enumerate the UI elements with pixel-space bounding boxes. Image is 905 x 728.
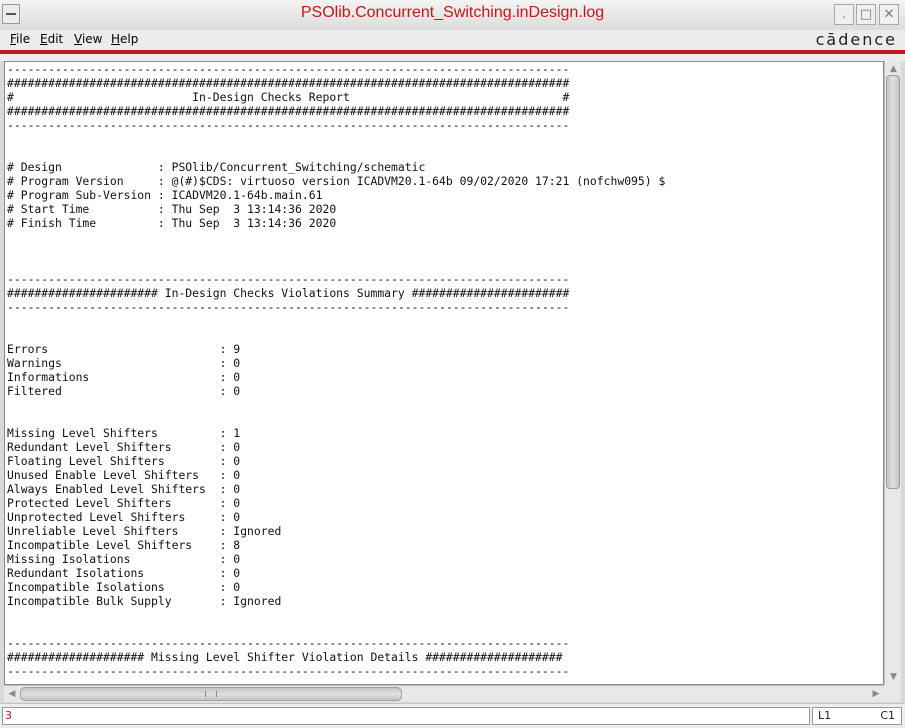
scroll-right-icon[interactable]: ▶	[870, 688, 882, 700]
log-line: # Program Version : @(#)$CDS: virtuoso v…	[7, 174, 666, 188]
log-line: ----------------------------------------…	[7, 118, 570, 132]
grip-icon	[205, 691, 217, 697]
menu-edit[interactable]: Edit	[40, 32, 63, 46]
log-line: ----------------------------------------…	[7, 300, 570, 314]
close-icon[interactable]: ✕	[879, 4, 899, 25]
log-line: Filtered : 0	[7, 384, 241, 398]
minimize-icon[interactable]: ․	[834, 4, 854, 25]
log-line: Incompatible Isolations : 0	[7, 580, 241, 594]
cursor-position: L1 C1	[812, 707, 902, 725]
log-line: Missing Level Shifters : 1	[7, 426, 241, 440]
log-line: Protected Level Shifters : 0	[7, 496, 241, 510]
status-bar: 3 L1 C1	[0, 703, 905, 728]
log-line: ----------------------------------------…	[7, 664, 570, 678]
vertical-scrollbar[interactable]: ▲ ▼	[884, 61, 901, 685]
scroll-down-icon[interactable]: ▼	[887, 671, 900, 683]
log-line: Redundant Isolations : 0	[7, 566, 241, 580]
cadence-logo: cādence	[815, 30, 897, 49]
log-line: Redundant Level Shifters : 0	[7, 440, 241, 454]
log-line: Unused Enable Level Shifters : 0	[7, 468, 241, 482]
log-line: # In-Design Checks Report #	[7, 90, 570, 104]
menu-view[interactable]: View	[74, 32, 102, 46]
toolbar-gap	[0, 54, 905, 61]
scroll-corner	[884, 685, 901, 702]
log-line: ----------------------------------------…	[7, 62, 570, 76]
menu-edit-mnemonic: E	[40, 32, 48, 46]
status-message: 3	[2, 707, 810, 725]
log-line: # Design : PSOlib/Concurrent_Switching/s…	[7, 160, 426, 174]
horizontal-scroll-thumb[interactable]	[20, 687, 402, 701]
log-line: Informations : 0	[7, 370, 241, 384]
maximize-icon[interactable]: □	[856, 4, 876, 25]
log-line: ----------------------------------------…	[7, 272, 570, 286]
log-line: Incompatible Level Shifters : 8	[7, 538, 241, 552]
log-line: Warnings : 0	[7, 356, 241, 370]
menu-help-mnemonic: H	[111, 32, 121, 46]
log-line: # Program Sub-Version : ICADVM20.1-64b.m…	[7, 188, 323, 202]
log-line: # Finish Time : Thu Sep 3 13:14:36 2020	[7, 216, 337, 230]
menu-bar: File Edit View Help cādence	[0, 30, 905, 50]
title-bar: PSOlib.Concurrent_Switching.inDesign.log…	[0, 0, 905, 31]
log-line: ########################################…	[7, 76, 570, 90]
log-line: Incompatible Bulk Supply : Ignored	[7, 594, 282, 608]
log-line: ###################### In-Design Checks …	[7, 286, 570, 300]
log-line: ----------------------------------------…	[7, 636, 570, 650]
log-line: Missing Isolations : 0	[7, 552, 241, 566]
log-content: ----------------------------------------…	[7, 62, 883, 684]
log-line: Unreliable Level Shifters : Ignored	[7, 524, 282, 538]
menu-view-mnemonic: V	[74, 32, 82, 46]
scroll-up-icon[interactable]: ▲	[887, 63, 900, 75]
scroll-left-icon[interactable]: ◀	[6, 688, 18, 700]
window-title: PSOlib.Concurrent_Switching.inDesign.log	[300, 4, 605, 21]
menu-edit-label: dit	[47, 32, 64, 46]
log-line: #################### Missing Level Shift…	[7, 650, 563, 664]
vertical-scroll-thumb[interactable]	[886, 75, 900, 489]
line-indicator: L1	[818, 709, 832, 722]
menu-file[interactable]: File	[10, 32, 30, 46]
log-line: Unprotected Level Shifters : 0	[7, 510, 241, 524]
log-line: Floating Level Shifters : 0	[7, 454, 241, 468]
log-line: Always Enabled Level Shifters : 0	[7, 482, 241, 496]
menu-help[interactable]: Help	[111, 32, 138, 46]
log-text-area[interactable]: ----------------------------------------…	[4, 61, 884, 685]
horizontal-scrollbar[interactable]: ◀ ▶	[4, 685, 884, 702]
menu-file-label: ile	[16, 32, 31, 46]
log-line: # Start Time : Thu Sep 3 13:14:36 2020	[7, 202, 337, 216]
log-line: Errors : 9	[7, 342, 241, 356]
log-line: ########################################…	[7, 104, 570, 118]
column-indicator: C1	[880, 709, 895, 722]
menu-help-label: elp	[120, 32, 139, 46]
menu-view-label: iew	[81, 32, 103, 46]
